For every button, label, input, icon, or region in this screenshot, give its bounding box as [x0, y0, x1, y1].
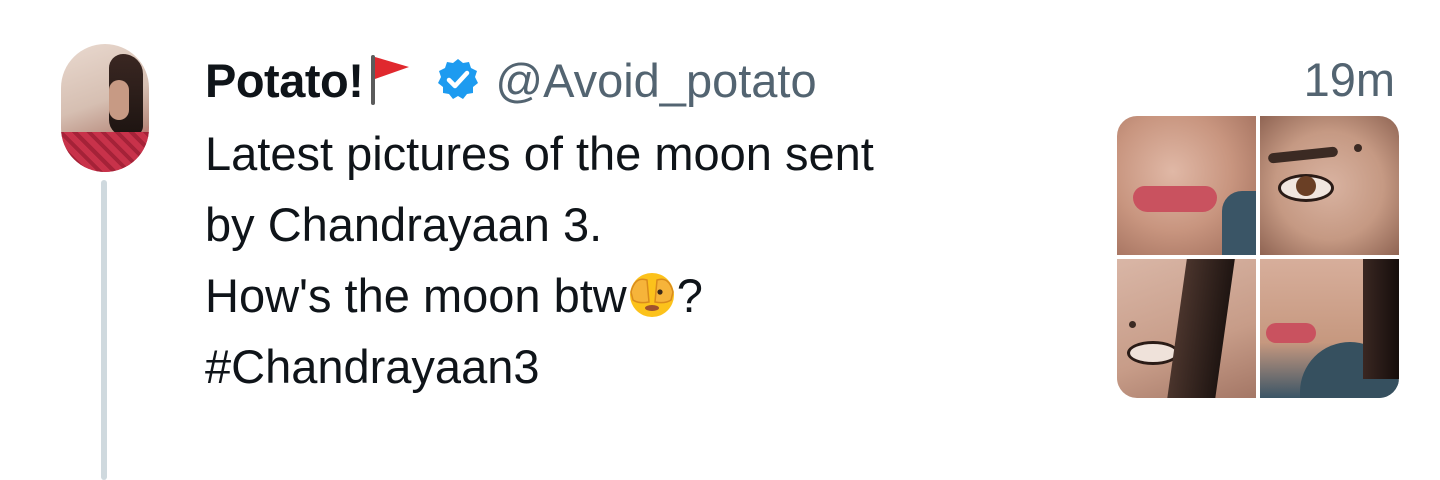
tweet-header: Potato! @Avoid_potato [205, 50, 817, 110]
timestamp[interactable]: 19m [1304, 50, 1395, 110]
avatar[interactable] [61, 44, 149, 172]
tweet-text-segment: How's the moon btw [205, 269, 627, 322]
media-thumbnail[interactable] [1117, 259, 1256, 398]
hashtag-link[interactable]: #Chandrayaan3 [205, 331, 1085, 402]
media-thumbnail[interactable] [1260, 259, 1399, 398]
photo-detail [1167, 259, 1235, 398]
author-name[interactable]: Potato! [205, 53, 364, 108]
tweet-text: Latest pictures of the moon sent by Chan… [205, 118, 1085, 402]
photo-detail [1222, 191, 1256, 255]
photo-detail [1363, 259, 1399, 379]
photo-detail [1354, 144, 1362, 152]
media-thumbnail[interactable] [1260, 116, 1399, 255]
photo-detail [1129, 321, 1136, 328]
verified-badge-icon[interactable] [435, 57, 481, 103]
tweet-text-segment: ? [676, 269, 703, 322]
tweet-text-line: Latest pictures of the moon sent [205, 127, 874, 180]
tweet-text-line: by Chandrayaan 3. [205, 198, 603, 251]
photo-detail [1133, 186, 1217, 212]
photo-detail [1266, 323, 1316, 343]
thread-line [101, 180, 107, 480]
tweet[interactable]: Potato! @Avoid_potato 19m Latest picture… [0, 0, 1440, 480]
photo-detail [1296, 176, 1316, 196]
media-thumbnail[interactable] [1117, 116, 1256, 255]
photo-detail [1127, 341, 1179, 365]
media-grid [1117, 116, 1399, 398]
author-handle[interactable]: @Avoid_potato [495, 53, 816, 108]
red-flag-icon [367, 53, 413, 107]
avatar-face [109, 80, 129, 120]
tweet-text-line: How's the moon btw ? [205, 260, 1085, 331]
face-with-peeking-eye-icon [627, 268, 677, 318]
photo-detail [1267, 146, 1339, 164]
avatar-shirt [61, 132, 149, 172]
